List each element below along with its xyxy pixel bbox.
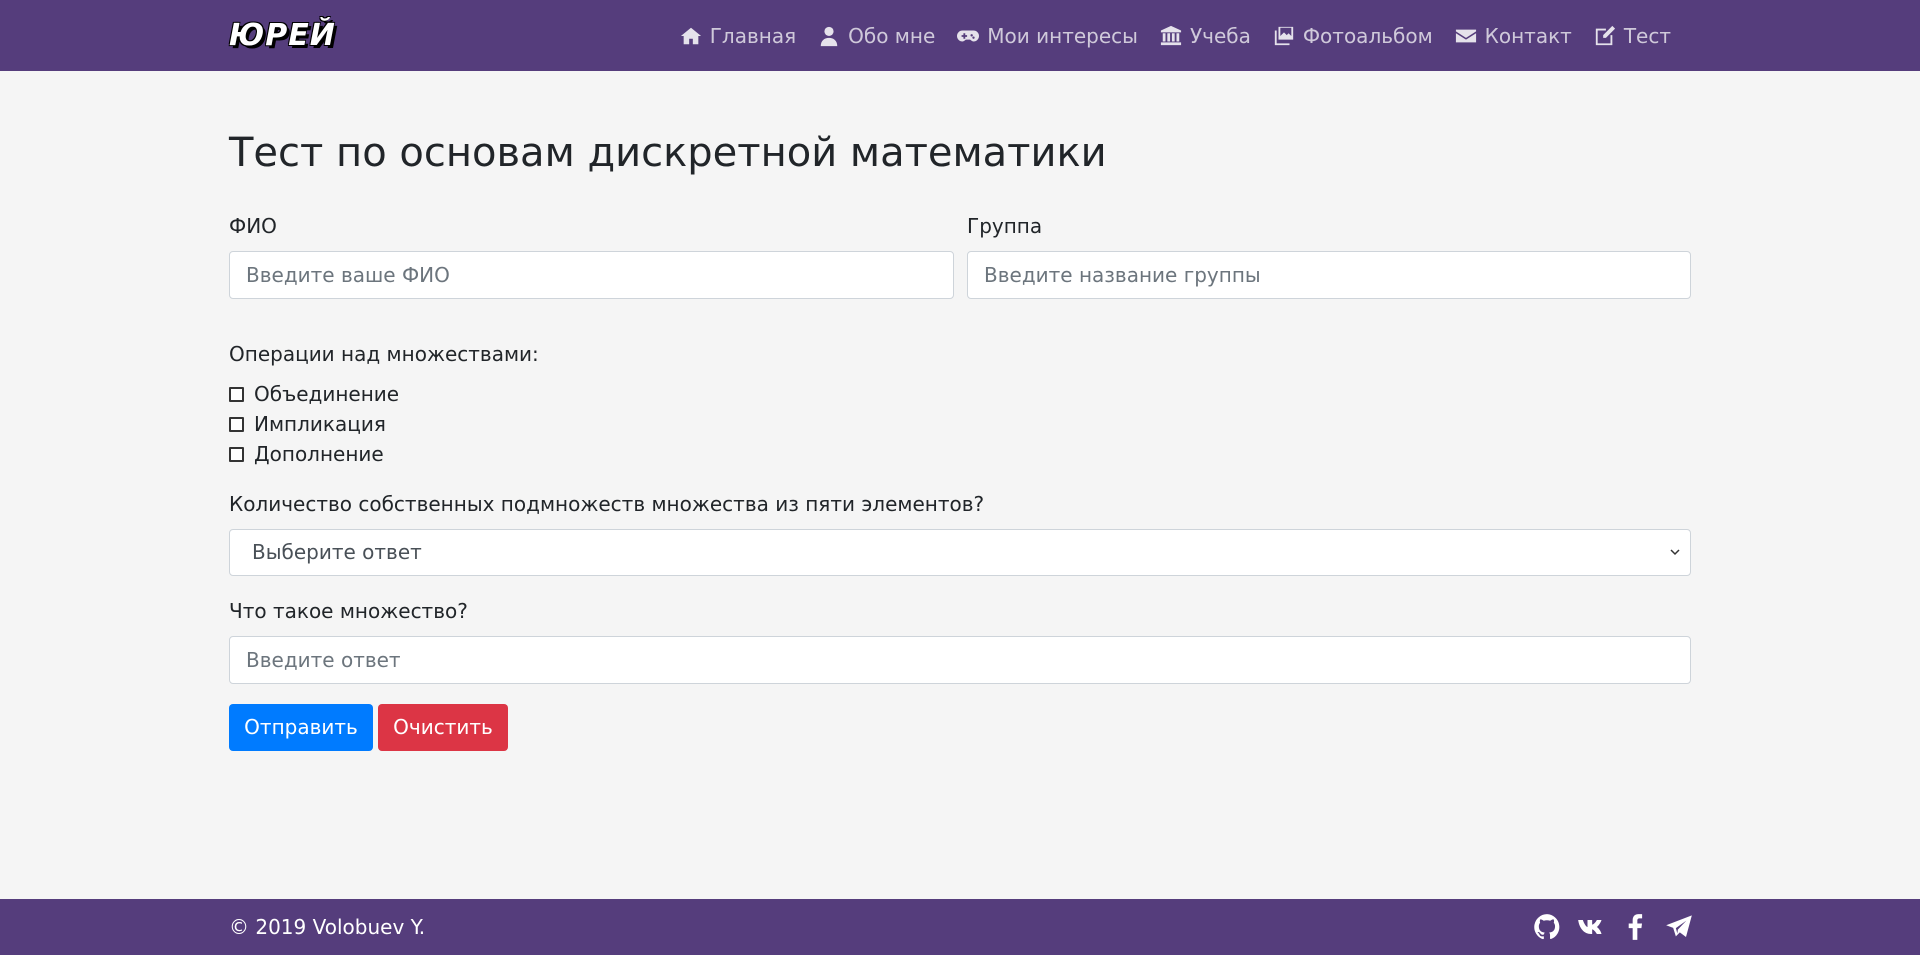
- university-icon: [1160, 25, 1182, 45]
- social-links: [1533, 899, 1693, 955]
- envelope-icon: [1455, 29, 1476, 42]
- group-label: Группа: [967, 214, 1043, 238]
- checkbox-option-complement[interactable]: Дополнение: [229, 442, 384, 466]
- facebook-icon[interactable]: [1621, 913, 1649, 941]
- subsets-question-label: Количество собственных подмножеств множе…: [229, 492, 985, 516]
- telegram-icon[interactable]: [1665, 913, 1693, 941]
- nav-menu: Главная Обо мне Мои интересы Учеба Фотоа…: [669, 0, 1682, 71]
- home-icon: [680, 27, 701, 44]
- subsets-answer-select[interactable]: Выберите ответ: [229, 529, 1691, 576]
- copyright-text: © 2019 Volobuev Y.: [229, 915, 426, 939]
- checkbox-option-implication[interactable]: Импликация: [229, 412, 386, 436]
- submit-button[interactable]: Отправить: [229, 704, 373, 751]
- photo-album-icon: [1274, 26, 1294, 45]
- nav-item-contact[interactable]: Контакт: [1444, 24, 1583, 48]
- github-icon[interactable]: [1533, 913, 1561, 941]
- brand-logo[interactable]: ЮРЕЙ: [229, 16, 336, 56]
- checkbox[interactable]: [229, 416, 244, 432]
- select-value: Выберите ответ: [252, 540, 422, 564]
- chevron-down-icon: [1670, 549, 1680, 556]
- footer: © 2019 Volobuev Y.: [0, 899, 1920, 955]
- page-title: Тест по основам дискретной математики: [229, 130, 1107, 176]
- nav-item-interests[interactable]: Мои интересы: [946, 24, 1149, 48]
- nav-item-study[interactable]: Учеба: [1149, 24, 1262, 48]
- nav-item-photo-album[interactable]: Фотоальбом: [1262, 24, 1444, 48]
- vk-icon[interactable]: [1577, 913, 1605, 941]
- checkbox-option-union[interactable]: Объединение: [229, 382, 399, 406]
- checkbox[interactable]: [229, 446, 244, 462]
- navbar: ЮРЕЙ Главная Обо мне Мои интересы Учеба …: [0, 0, 1920, 71]
- set-question-label: Что такое множество?: [229, 599, 468, 623]
- checkbox[interactable]: [229, 386, 244, 402]
- gamepad-icon: [957, 30, 980, 41]
- fio-label: ФИО: [229, 214, 277, 238]
- nav-item-about[interactable]: Обо мне: [807, 24, 946, 48]
- operations-label: Операции над множествами:: [229, 342, 539, 366]
- edit-icon: [1595, 25, 1615, 45]
- clear-button[interactable]: Очистить: [378, 704, 508, 751]
- group-input[interactable]: [967, 251, 1691, 299]
- nav-item-test[interactable]: Тест: [1583, 24, 1682, 48]
- user-icon: [820, 26, 838, 46]
- set-answer-input[interactable]: [229, 636, 1691, 684]
- fio-input[interactable]: [229, 251, 954, 299]
- nav-item-home[interactable]: Главная: [669, 24, 807, 48]
